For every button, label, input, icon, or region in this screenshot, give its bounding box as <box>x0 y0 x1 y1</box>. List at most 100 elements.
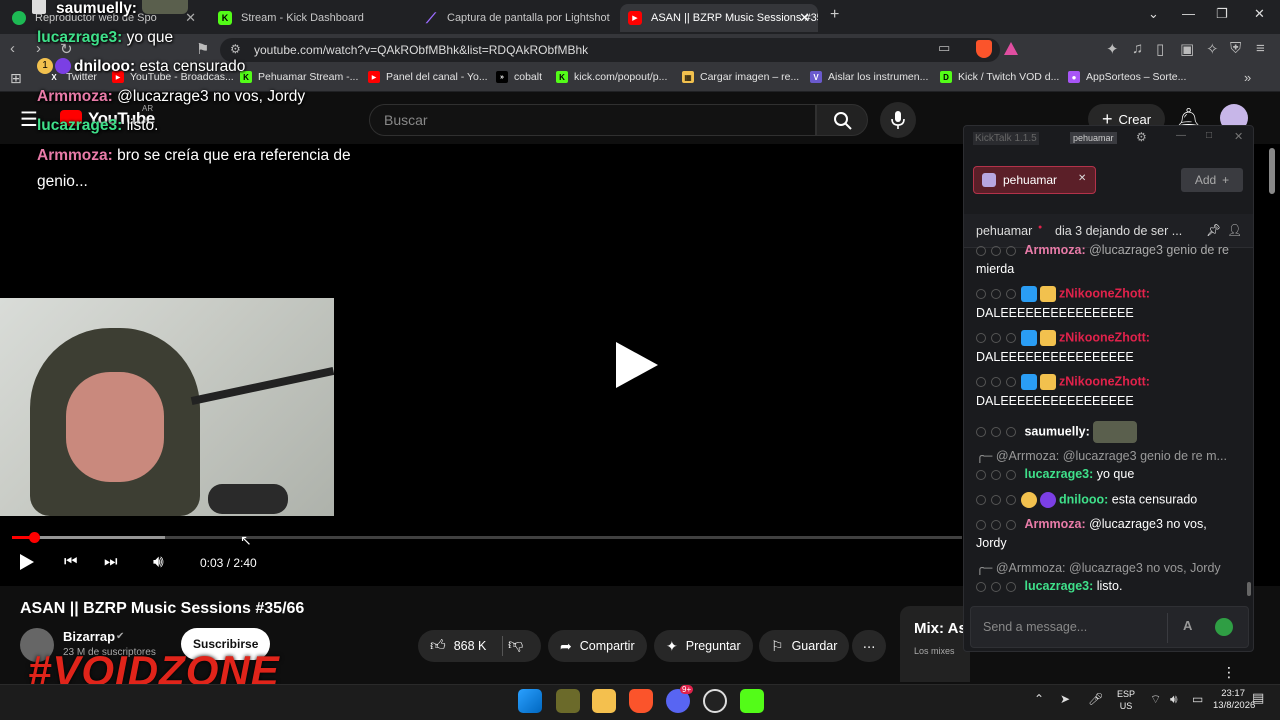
bookmark-item[interactable]: V Aislar los instrumen... <box>810 71 928 83</box>
tab-lightshot[interactable]: ⟋ Captura de pantalla por Lightshot <box>416 4 616 32</box>
page-scrollbar[interactable] <box>1269 148 1275 194</box>
time-display: 0:03 / 2:40 <box>200 556 257 570</box>
battery-icon[interactable]: ▭ <box>1192 692 1203 706</box>
chat-message: zNikooneZhott: <box>976 374 1150 390</box>
search-button[interactable] <box>816 104 868 136</box>
timeout-icon <box>976 289 986 299</box>
translate-icon[interactable]: A <box>1183 618 1192 633</box>
scrubber-handle[interactable] <box>29 532 40 543</box>
new-tab-button[interactable]: + <box>830 6 839 24</box>
reply-icon <box>1006 289 1016 299</box>
channel-name[interactable]: Bizarrap <box>63 629 115 644</box>
bookmark-item[interactable]: ● AppSorteos – Sorte... <box>1068 71 1186 83</box>
close-icon[interactable]: ✕ <box>799 10 810 26</box>
chevron-up-icon[interactable]: ⌃ <box>1034 692 1044 706</box>
hamburger-menu-icon[interactable]: ☰ <box>20 107 38 132</box>
minimize-button[interactable]: — <box>1182 6 1195 21</box>
more-vert-icon[interactable]: ⋮ <box>1222 664 1236 681</box>
tab-youtube-active[interactable]: ▶ ASAN || BZRP Music Sessions #35/ ✕ <box>620 4 818 32</box>
vpn-icon[interactable]: ⛨ <box>1230 40 1241 57</box>
play-icon[interactable] <box>20 554 34 570</box>
bookmark-item[interactable]: » cobalt <box>496 71 542 83</box>
wifi-icon[interactable]: ⌔ <box>1150 692 1161 707</box>
reply-preview: ╭─ @Armmoza: @lucazrage3 no vos, Jordy <box>976 561 1221 575</box>
cast-icon[interactable]: ▭ <box>938 40 950 56</box>
save-button[interactable]: ⚐ Guardar <box>759 630 850 662</box>
back-icon[interactable]: ‹ <box>10 40 15 57</box>
feather-icon: ⟋ <box>426 9 436 26</box>
close-window-button[interactable]: ✕ <box>1254 6 1265 22</box>
brave-icon[interactable] <box>629 689 653 713</box>
close-tab-icon[interactable]: ✕ <box>1078 173 1086 184</box>
tab-kick-dashboard[interactable]: K Stream - Kick Dashboard <box>210 4 410 32</box>
tab-title: Stream - Kick Dashboard <box>241 12 364 24</box>
microphone-icon <box>891 111 905 129</box>
skull-icon <box>32 0 46 14</box>
add-channel-button[interactable]: Add + <box>1181 168 1243 192</box>
apps-grid-icon[interactable]: ⊞ <box>10 70 22 87</box>
brave-shields-icon[interactable] <box>976 40 992 58</box>
chevron-down-icon[interactable]: ⌄ <box>1148 6 1159 22</box>
close-button[interactable]: ✕ <box>1234 130 1243 143</box>
site-info-icon[interactable]: ⚙ <box>230 42 241 56</box>
bookmark-item[interactable]: Kkick.com/popout/p... <box>556 71 667 83</box>
close-icon[interactable]: ✕ <box>185 10 196 26</box>
more-actions-button[interactable]: ⋯ <box>852 630 886 662</box>
pin-icon[interactable]: 📌︎ <box>1206 223 1221 237</box>
mix-card[interactable]: Mix: As Los mixes <box>900 606 970 682</box>
next-icon[interactable]: ⏭︎ <box>104 553 118 570</box>
previous-icon[interactable]: ⏮︎ <box>64 553 78 570</box>
message-input[interactable]: Send a message... A <box>970 606 1249 648</box>
minimize-button[interactable]: — <box>1176 130 1186 141</box>
obs-icon[interactable] <box>703 689 727 713</box>
bookmark-item[interactable]: ▶ Panel del canal - Yo... <box>368 71 488 83</box>
user-icon[interactable]: 👤︎ <box>1227 223 1242 237</box>
moderator-badge-icon <box>1021 330 1037 346</box>
share-button[interactable]: ➦ Compartir <box>548 630 647 662</box>
discord-icon[interactable]: 9+ <box>666 685 694 713</box>
ask-button[interactable]: ✦ Preguntar <box>654 630 753 662</box>
chat-message: lucazrage3: listo. <box>976 579 1122 593</box>
maximize-button[interactable]: ❐ <box>1216 6 1228 22</box>
search-input[interactable]: Buscar <box>369 104 816 136</box>
moderator-badge-icon <box>1021 374 1037 390</box>
extensions-icon[interactable]: ✦ <box>1106 40 1119 58</box>
more-bookmarks-icon[interactable]: » <box>1244 70 1251 85</box>
tray-icon[interactable]: ➤ <box>1060 692 1070 706</box>
video-title: ASAN || BZRP Music Sessions #35/66 <box>20 600 305 617</box>
kick-icon[interactable] <box>740 689 764 713</box>
voice-search-button[interactable] <box>880 102 916 138</box>
music-icon[interactable]: ♫ <box>1132 40 1143 57</box>
windows-start-icon[interactable] <box>518 689 542 713</box>
sidebar-icon[interactable]: ▯ <box>1156 40 1164 58</box>
app-icon[interactable] <box>556 689 580 713</box>
maximize-button[interactable]: □ <box>1206 130 1212 141</box>
bookmark-icon[interactable]: ⚑ <box>196 40 209 58</box>
microphone-icon[interactable]: 🎤︎ <box>1088 692 1103 706</box>
chat-scrollbar[interactable] <box>1247 582 1251 596</box>
brave-rewards-icon[interactable] <box>1004 42 1018 55</box>
address-bar[interactable]: ⚙ youtube.com/watch?v=QAkRObfMBhk&list=R… <box>220 38 1000 62</box>
menu-icon[interactable]: ≡ <box>1256 40 1265 57</box>
volume-icon[interactable]: 🔊︎ <box>153 552 164 572</box>
volume-icon[interactable]: 🔊︎ <box>1170 692 1178 707</box>
clock[interactable]: 23:17 13/8/2026 <box>1213 688 1255 712</box>
url-text: youtube.com/watch?v=QAkRObfMBhk&list=RDQ… <box>254 43 589 57</box>
bookmark-item[interactable]: ▦ Cargar imagen – re... <box>682 71 799 83</box>
leo-icon[interactable]: ✧ <box>1206 40 1219 58</box>
thumbs-down-icon[interactable]: 👎︎ <box>508 636 523 654</box>
crown-badge-icon <box>1040 330 1056 346</box>
wallet-icon[interactable]: ▣ <box>1180 40 1194 58</box>
play-large-icon[interactable] <box>616 342 658 388</box>
file-explorer-icon[interactable] <box>592 689 616 713</box>
like-button[interactable]: 👍︎ 868 K 👎︎ <box>418 630 541 662</box>
pin-icon <box>991 289 1001 299</box>
bookmark-item[interactable]: D Kick / Twitch VOD d... <box>940 71 1059 83</box>
notification-icon[interactable]: ▤ <box>1252 690 1264 706</box>
bookmark-item[interactable]: K Pehuamar Stream -... <box>240 71 358 83</box>
emote-picker-icon[interactable] <box>1215 618 1233 636</box>
language-indicator[interactable]: ESP US <box>1117 688 1135 712</box>
channel-tab-pehuamar[interactable]: pehuamar ✕ <box>973 166 1096 194</box>
settings-gear-icon[interactable]: ⚙ <box>1136 130 1147 144</box>
user-chip[interactable]: pehuamar <box>1070 132 1117 144</box>
